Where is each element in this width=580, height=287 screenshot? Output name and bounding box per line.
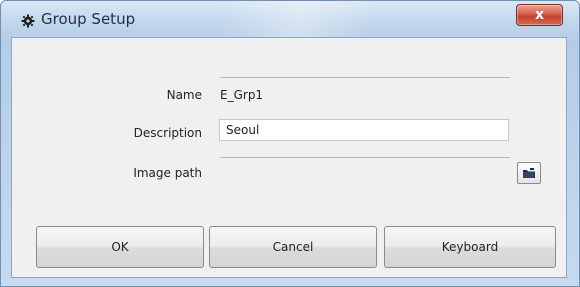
close-button[interactable]: x bbox=[516, 4, 563, 26]
name-label: Name bbox=[166, 88, 202, 102]
cancel-button[interactable]: Cancel bbox=[209, 226, 377, 268]
gear-icon bbox=[21, 14, 35, 28]
keyboard-button[interactable]: Keyboard bbox=[384, 226, 556, 268]
name-value: E_Grp1 bbox=[220, 88, 264, 102]
description-label: Description bbox=[133, 126, 202, 140]
name-top-divider bbox=[220, 77, 510, 78]
browse-image-button[interactable] bbox=[517, 162, 541, 184]
window-title: Group Setup bbox=[41, 10, 136, 28]
ok-button[interactable]: OK bbox=[36, 226, 204, 268]
title-bar[interactable]: Group Setup x bbox=[1, 1, 579, 37]
folder-icon bbox=[523, 168, 535, 178]
close-icon: x bbox=[534, 7, 545, 23]
description-input[interactable] bbox=[219, 119, 509, 141]
image-path-label: Image path bbox=[133, 166, 202, 180]
dialog-body: Name E_Grp1 Description Image path OK Ca… bbox=[11, 37, 567, 278]
image-path-field[interactable] bbox=[220, 158, 510, 184]
group-setup-window: Group Setup x Name E_Grp1 Description Im… bbox=[0, 0, 580, 287]
